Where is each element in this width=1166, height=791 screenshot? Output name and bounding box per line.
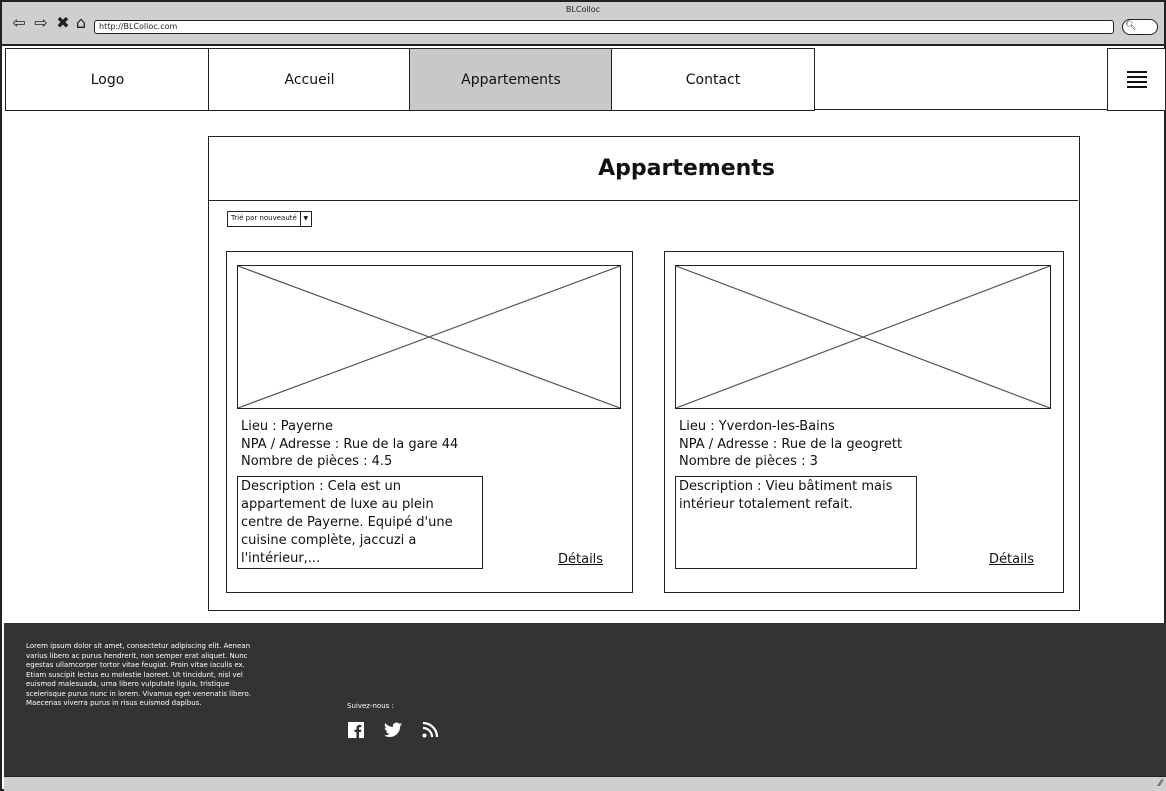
- search-icon: 🔍︎: [1125, 21, 1137, 31]
- listing-card: Lieu : Payerne NPA / Adresse : Rue de la…: [226, 251, 633, 593]
- facebook-icon[interactable]: [347, 721, 365, 739]
- stop-icon[interactable]: ✖: [54, 14, 72, 32]
- listing-description: Description : Cela est un appartement de…: [237, 476, 483, 569]
- follow-label: Suivez-nous :: [347, 702, 394, 710]
- menu-button[interactable]: [1107, 48, 1166, 111]
- listing-info: Lieu : Payerne NPA / Adresse : Rue de la…: [241, 418, 626, 471]
- nav-accueil[interactable]: Accueil: [208, 48, 411, 111]
- resize-grip-icon[interactable]: ⁄⁄: [1159, 779, 1162, 789]
- sort-selected-value: Trié par nouveauté: [228, 212, 301, 226]
- window-title: BLColloc: [565, 5, 601, 14]
- top-navigation: Logo Accueil Appartements Contact: [5, 48, 1166, 112]
- forward-icon[interactable]: ⇨: [32, 14, 50, 32]
- social-links: [347, 721, 439, 739]
- listings-panel: Appartements Trié par nouveauté ▼ Lieu :…: [208, 136, 1080, 611]
- nav-divider: [815, 109, 1111, 110]
- chevron-down-icon: ▼: [303, 215, 309, 222]
- page-title: Appartements: [598, 156, 775, 181]
- url-bar[interactable]: http://BLColloc.com: [94, 20, 1114, 34]
- listing-image-placeholder: [237, 265, 621, 409]
- listing-location: Lieu : Yverdon-les-Bains: [679, 419, 835, 434]
- details-link[interactable]: Détails: [558, 552, 603, 567]
- nav-logo[interactable]: Logo: [5, 48, 210, 111]
- listing-rooms: Nombre de pièces : 4.5: [241, 454, 393, 469]
- nav-appartements[interactable]: Appartements: [409, 48, 613, 111]
- listing-description: Description : Vieu bâtiment mais intérie…: [675, 476, 917, 569]
- listing-address: NPA / Adresse : Rue de la gare 44: [241, 436, 459, 452]
- listing-address: NPA / Adresse : Rue de la geogrett: [679, 436, 903, 452]
- listing-image-placeholder: [675, 265, 1051, 409]
- browser-search-box[interactable]: 🔍︎: [1122, 19, 1158, 35]
- hamburger-icon: [1126, 68, 1147, 91]
- listing-rooms: Nombre de pièces : 3: [679, 454, 818, 469]
- listing-info: Lieu : Yverdon-les-Bains NPA / Adresse :…: [679, 418, 915, 471]
- browser-window: BLColloc ⇦ ⇨ ✖ ⌂ http://BLColloc.com 🔍︎ …: [0, 0, 1166, 791]
- back-icon[interactable]: ⇦: [10, 14, 28, 32]
- listing-location: Lieu : Payerne: [241, 419, 334, 434]
- rss-icon[interactable]: [421, 721, 439, 739]
- browser-titlebar: BLColloc ⇦ ⇨ ✖ ⌂ http://BLColloc.com 🔍︎: [2, 2, 1164, 46]
- sort-dropdown[interactable]: Trié par nouveauté ▼: [227, 211, 312, 227]
- footer: Lorem ipsum dolor sit amet, consectetur …: [4, 623, 1166, 776]
- listing-card: Lieu : Yverdon-les-Bains NPA / Adresse :…: [664, 251, 1064, 593]
- twitter-icon[interactable]: [384, 721, 402, 739]
- browser-statusbar: ⁄⁄: [4, 776, 1166, 791]
- panel-header: Appartements: [209, 137, 1078, 201]
- nav-contact[interactable]: Contact: [611, 48, 815, 111]
- footer-text: Lorem ipsum dolor sit amet, consectetur …: [26, 642, 251, 707]
- home-icon[interactable]: ⌂: [72, 14, 90, 32]
- details-link[interactable]: Détails: [989, 552, 1034, 567]
